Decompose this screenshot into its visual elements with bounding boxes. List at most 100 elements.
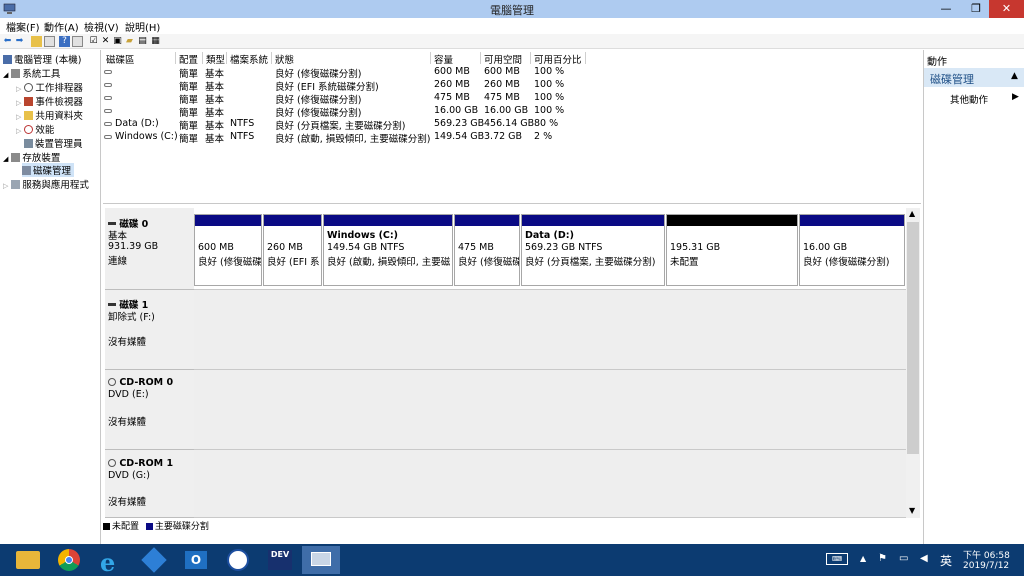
collapse-icon[interactable]: ◢ <box>3 71 8 79</box>
column-header-type[interactable]: 類型 <box>203 52 227 66</box>
menu-action[interactable]: 動作(A) <box>44 19 79 34</box>
table-row[interactable] <box>104 92 112 103</box>
column-header-free-space[interactable]: 可用空間 <box>481 52 531 66</box>
help-icon[interactable]: ? <box>59 36 70 47</box>
cdrom-0-label[interactable]: CD-ROM 0 DVD (E:) 沒有媒體 <box>105 370 194 450</box>
tree-item-system-tools[interactable]: ◢ 系統工具 <box>3 66 60 80</box>
disk-1-label[interactable]: 磁碟 1 卸除式 (F:) 沒有媒體 <box>105 290 194 370</box>
folder-icon[interactable] <box>31 36 42 47</box>
network-icon[interactable]: ▭ <box>899 553 908 564</box>
column-header-status[interactable]: 狀態 <box>272 52 431 66</box>
partition-efi[interactable]: 260 MB 良好 (EFI 系 <box>263 214 322 286</box>
outlook-icon[interactable]: O <box>178 546 214 574</box>
scrollbar-thumb[interactable] <box>907 222 919 454</box>
expand-icon[interactable]: ▷ <box>16 113 21 121</box>
actions-section-header[interactable]: 磁碟管理 ▲ <box>924 68 1024 87</box>
computer-management-taskbar-button[interactable] <box>302 546 340 574</box>
menu-view[interactable]: 檢視(V) <box>84 19 119 34</box>
tray-expand-icon[interactable]: ▲ <box>860 554 866 563</box>
tree-label: 裝置管理員 <box>35 139 83 150</box>
ime-indicator[interactable]: 英 <box>940 552 952 569</box>
cdrom-icon <box>108 459 116 467</box>
internet-explorer-icon[interactable]: e <box>94 546 130 577</box>
tree-item-performance[interactable]: ▷ 效能 <box>16 122 54 136</box>
forward-icon[interactable]: ➡ <box>14 36 25 47</box>
properties-icon[interactable]: ▤ <box>137 36 148 47</box>
cell-layout: 簡單 <box>179 82 199 93</box>
partition-status: 良好 (修復磁碟 <box>458 257 520 268</box>
clock-date[interactable]: 2019/7/12 <box>963 561 1009 571</box>
more-actions-item[interactable]: 其他動作 <box>950 92 988 106</box>
file-explorer-icon[interactable] <box>10 546 46 574</box>
tree-item-services[interactable]: ▷ 服務與應用程式 <box>3 177 89 191</box>
partition-recovery-3[interactable]: 16.00 GB 良好 (修復磁碟分割) <box>799 214 905 286</box>
cdrom-1-label[interactable]: CD-ROM 1 DVD (G:) 沒有媒體 <box>105 450 194 518</box>
expand-icon[interactable]: ▷ <box>16 127 21 135</box>
tree-item-computer-management[interactable]: 電腦管理 (本機) <box>3 52 81 66</box>
tree-item-device-manager[interactable]: 裝置管理員 <box>24 136 83 150</box>
table-row[interactable]: Data (D:) <box>104 118 159 129</box>
column-header-percent-free[interactable]: 可用百分比 <box>531 52 586 66</box>
column-header-filesystem[interactable]: 檔案系統 <box>227 52 272 66</box>
tree-item-event-viewer[interactable]: ▷ 事件檢視器 <box>16 94 83 108</box>
partition-recovery-2[interactable]: 475 MB 良好 (修復磁碟 <box>454 214 520 286</box>
maximize-button[interactable]: ❐ <box>962 0 990 18</box>
tree-item-storage[interactable]: ◢ 存放裝置 <box>3 150 60 164</box>
open-folder-icon[interactable]: ▰ <box>124 36 135 47</box>
collapse-icon[interactable]: ◢ <box>3 155 8 163</box>
expand-icon[interactable]: ▷ <box>3 182 8 190</box>
tree-item-shared-folders[interactable]: ▷ 共用資料夾 <box>16 108 83 122</box>
panel-icon[interactable] <box>72 36 83 47</box>
submenu-arrow-icon[interactable]: ▶ <box>1012 92 1019 102</box>
volume-icon[interactable]: ◀ <box>920 553 928 564</box>
disk-type: DVD (G:) <box>108 470 150 481</box>
table-row[interactable] <box>104 66 112 77</box>
disk-map: 磁碟 0 基本 931.39 GB 連線 600 MB 良好 (修復磁碟 260… <box>103 208 921 518</box>
partition-size: 149.54 GB NTFS <box>327 242 405 253</box>
delete-icon[interactable]: ✕ <box>100 36 111 47</box>
disk-map-scrollbar[interactable]: ▲ ▼ <box>906 208 920 518</box>
column-header-capacity[interactable]: 容量 <box>431 52 481 66</box>
store-icon[interactable] <box>136 546 172 574</box>
tree-item-disk-management[interactable]: 磁碟管理 <box>22 163 75 177</box>
disk-icon[interactable]: ▣ <box>112 36 123 47</box>
table-row[interactable] <box>104 79 112 90</box>
expand-icon[interactable]: ▷ <box>16 85 21 93</box>
menu-file[interactable]: 檔案(F) <box>6 19 40 34</box>
keyboard-icon[interactable]: ⌨ <box>826 553 848 565</box>
table-row[interactable] <box>104 105 112 116</box>
services-icon <box>11 180 21 189</box>
actions-title: 動作 <box>927 57 947 68</box>
collapse-up-icon[interactable]: ▲ <box>1011 71 1018 81</box>
disk-0-label[interactable]: 磁碟 0 基本 931.39 GB 連線 <box>105 208 194 290</box>
partition-data-d[interactable]: Data (D:) 569.23 GB NTFS 良好 (分頁檔案, 主要磁碟分… <box>521 214 665 286</box>
partition-windows-c[interactable]: Windows (C:) 149.54 GB NTFS 良好 (啟動, 損毀傾印… <box>323 214 453 286</box>
partition-recovery-1[interactable]: 600 MB 良好 (修復磁碟 <box>194 214 262 286</box>
cell-free: 475 MB <box>484 92 520 103</box>
disk-type: DVD (E:) <box>108 389 149 400</box>
compass-app-icon[interactable] <box>220 546 256 574</box>
tree-item-task-scheduler[interactable]: ▷ 工作排程器 <box>16 80 83 94</box>
checklist-icon[interactable]: ☑ <box>88 36 99 47</box>
column-header-layout[interactable]: 配置 <box>176 52 203 66</box>
minimize-button[interactable]: — <box>932 0 960 18</box>
scroll-down-icon[interactable]: ▼ <box>909 506 915 515</box>
flag-icon[interactable]: ⚑ <box>878 553 887 564</box>
cell-status: 良好 (EFI 系統磁碟分割) <box>275 82 379 93</box>
dev-cpp-icon[interactable]: DEV <box>262 546 298 574</box>
menu-help[interactable]: 說明(H) <box>125 19 160 34</box>
list-view-icon[interactable] <box>44 36 55 47</box>
column-header-volume[interactable]: 磁碟區 <box>103 52 176 66</box>
partition-unallocated[interactable]: 195.31 GB 未配置 <box>666 214 798 286</box>
close-button[interactable]: ✕ <box>989 0 1024 18</box>
chrome-icon[interactable] <box>52 546 88 574</box>
legend-primary: 主要磁碟分割 <box>154 522 209 532</box>
back-icon[interactable]: ⬅ <box>2 36 13 47</box>
cell-type: 基本 <box>205 108 225 119</box>
refresh-icon[interactable]: ▦ <box>150 36 161 47</box>
scroll-up-icon[interactable]: ▲ <box>909 209 915 218</box>
disk-1-area <box>194 290 907 370</box>
clock-time[interactable]: 下午 06:58 <box>963 548 1010 561</box>
table-row[interactable]: Windows (C:) <box>104 131 178 142</box>
expand-icon[interactable]: ▷ <box>16 99 21 107</box>
